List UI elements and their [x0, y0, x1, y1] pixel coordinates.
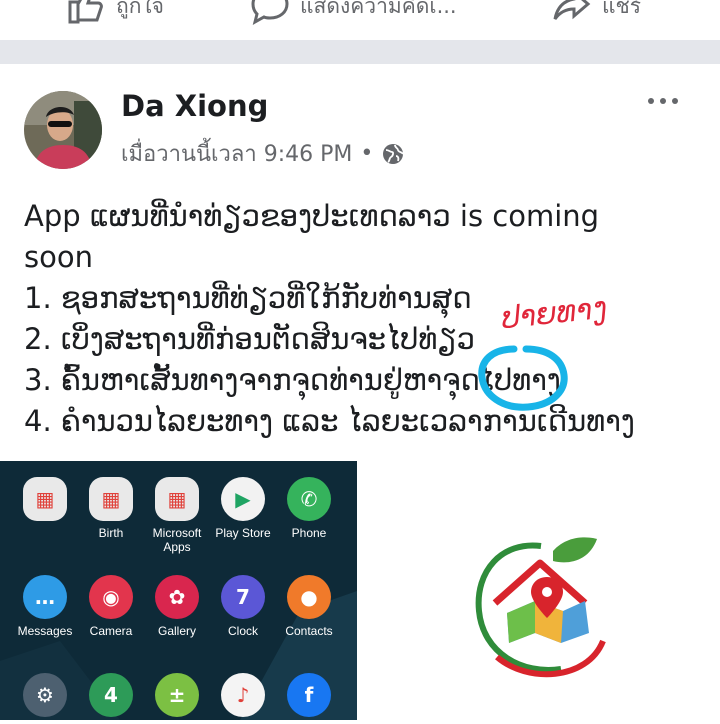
post-line: App ແຜນທີ່ນຳທ່ຽວຂອງປະເທດລາວ is coming [24, 199, 600, 233]
post-line: 3. ຄົ້ນຫາເສັ້ນທາງຈາກຈຸດທ່ານຢູ່ຫາຈຸດໄປທາງ [24, 363, 561, 397]
comment-label: แสดงความคิดเ... [300, 0, 457, 18]
feed-divider [0, 40, 720, 64]
contacts-icon: ● [287, 575, 331, 619]
more-dot-icon [660, 98, 666, 104]
app-label: Camera [89, 624, 133, 638]
app-shortcut[interactable]: f [276, 673, 342, 720]
share-icon [553, 0, 591, 20]
app-label: Clock [227, 624, 258, 638]
music-icon: ♪ [221, 673, 265, 717]
app-shortcut[interactable]: ▦ [12, 477, 78, 526]
more-dot-icon [672, 98, 678, 104]
author-name[interactable]: Da Xiong [121, 89, 268, 123]
app-shortcut[interactable]: ✆ Phone [276, 477, 342, 540]
author-avatar[interactable] [24, 91, 102, 169]
app-label: Messages [17, 624, 73, 638]
app-shortcut[interactable]: ● Contacts [276, 575, 342, 638]
gallery-icon: ✿ [155, 575, 199, 619]
app-shortcut[interactable]: ♪ [210, 673, 276, 720]
globe-icon [383, 143, 405, 164]
calculator-icon: ± [155, 673, 199, 717]
folder-icon: ▦ [89, 477, 133, 521]
avatar-photo [24, 91, 102, 169]
phone-icon: ✆ [287, 477, 331, 521]
app-shortcut[interactable]: 4 [78, 673, 144, 720]
app-shortcut[interactable]: ▦ Birth [78, 477, 144, 540]
settings-icon: ⚙ [23, 673, 67, 717]
app-shortcut[interactable]: ✿ Gallery [144, 575, 210, 638]
app-label: Gallery [157, 624, 196, 638]
like-button[interactable]: ถูกใจ [66, 0, 164, 26]
thumbs-up-icon [68, 0, 103, 24]
share-button[interactable]: แชร์ [552, 0, 641, 26]
meta-separator: • [360, 141, 374, 166]
app-label: Play Store [215, 526, 271, 540]
app-label: Microsoft Apps [152, 526, 202, 554]
app-shortcut[interactable]: ⚙ [12, 673, 78, 720]
app-shortcut[interactable]: ± [144, 673, 210, 720]
camera-icon: ◉ [89, 575, 133, 619]
more-dot-icon [648, 98, 654, 104]
highlight-circle [478, 345, 568, 411]
app-shortcut[interactable]: ▦ Microsoft Apps [144, 477, 210, 554]
post-action-bar: ถูกใจ แสดงความคิดเ... แชร์ [0, 0, 720, 40]
app-shortcut[interactable]: ▶ Play Store [210, 477, 276, 540]
comment-icon [251, 0, 289, 25]
messages-icon: … [23, 575, 67, 619]
more-options-button[interactable] [648, 98, 678, 104]
post-line: 4. ຄຳນວນໄລຍະທາງ ແລະ ໄລຍະເວລາການເດີນທາງ [24, 404, 635, 438]
app-label: Birth [98, 526, 124, 540]
folder-icon: ▦ [23, 477, 67, 521]
share-label: แชร์ [602, 0, 642, 18]
attached-photo-app-logo[interactable] [357, 461, 720, 720]
folder-icon: ▦ [155, 477, 199, 521]
post-meta: เมื่อวานนี้เวลา 9:46 PM • [121, 136, 405, 171]
app-shortcut[interactable]: ◉ Camera [78, 575, 144, 638]
post-line: soon [24, 240, 93, 274]
app-label: Contacts [285, 624, 333, 638]
clock-icon: 7 [221, 575, 265, 619]
app-shortcut[interactable]: 7 Clock [210, 575, 276, 638]
post-timestamp[interactable]: เมื่อวานนี้เวลา 9:46 PM [121, 136, 352, 171]
map-house-logo [475, 537, 606, 678]
attached-photo-phone-screen[interactable]: ▦ ▦ Birth ▦ Microsoft Apps ▶ Play Store ✆ Phone …… [0, 461, 357, 720]
like-label: ถูกใจ [116, 0, 164, 18]
app-label: Phone [291, 526, 327, 540]
play-store-icon: ▶ [221, 477, 265, 521]
app-shortcut[interactable]: … Messages [12, 575, 78, 638]
calendar-icon: 4 [89, 673, 133, 717]
facebook-icon: f [287, 673, 331, 717]
comment-button[interactable]: แสดงความคิดเ... [250, 0, 457, 26]
